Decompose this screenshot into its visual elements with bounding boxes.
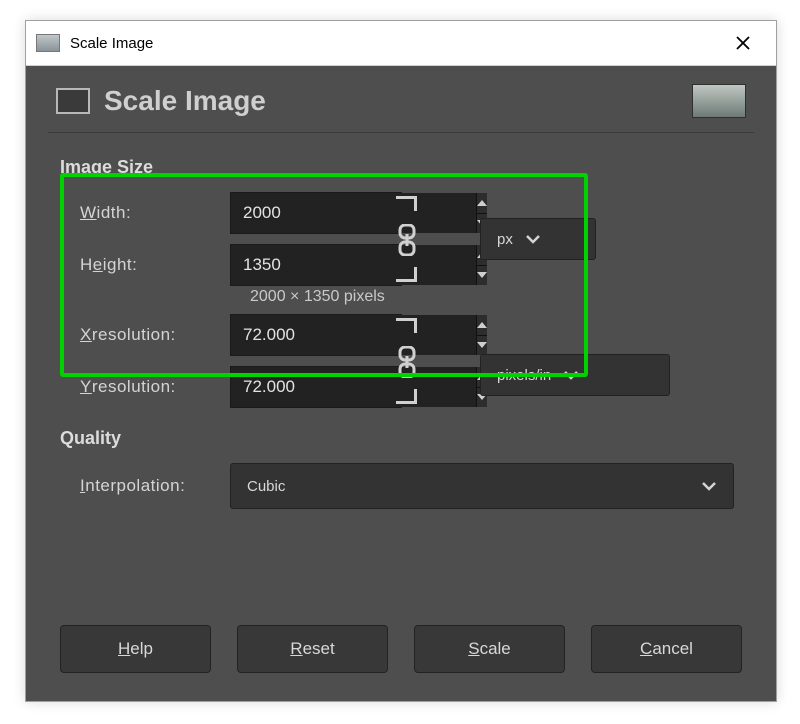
size-unit-select[interactable]: px: [480, 218, 596, 260]
dialog-title: Scale Image: [104, 85, 266, 117]
y-resolution-input[interactable]: [231, 367, 476, 407]
width-step-up[interactable]: [477, 193, 487, 214]
reset-button[interactable]: Reset: [237, 625, 388, 673]
image-thumbnail: [692, 84, 746, 118]
chevron-down-icon: [525, 231, 541, 248]
width-label: Width:: [60, 203, 230, 223]
x-resolution-spinner[interactable]: [230, 314, 402, 356]
resolution-unit-select[interactable]: pixels/in: [480, 354, 670, 396]
y-resolution-label: Y resolution:: [60, 377, 230, 397]
chain-icon: [396, 224, 418, 256]
width-spinner[interactable]: [230, 192, 402, 234]
scale-image-dialog: Scale Image Scale Image Image Size Width…: [25, 20, 777, 702]
y-resolution-spinner[interactable]: [230, 366, 402, 408]
height-spinner[interactable]: [230, 244, 402, 286]
aspect-lock[interactable]: [390, 196, 424, 282]
close-icon: [736, 36, 750, 50]
xres-step-up[interactable]: [477, 315, 487, 336]
image-size-heading: Image Size: [60, 157, 748, 178]
scale-button[interactable]: Scale: [414, 625, 565, 673]
height-label: Height:: [60, 255, 230, 275]
interpolation-select[interactable]: Cubic: [230, 463, 734, 509]
dialog-header: Scale Image: [26, 66, 776, 132]
width-input[interactable]: [231, 193, 476, 233]
scale-icon: [56, 88, 90, 114]
titlebar: Scale Image: [26, 21, 776, 66]
interpolation-label: Interpolation:: [60, 476, 230, 496]
x-resolution-input[interactable]: [231, 315, 476, 355]
app-icon: [36, 34, 60, 52]
cancel-button[interactable]: Cancel: [591, 625, 742, 673]
chain-icon: [396, 346, 418, 378]
chevron-down-icon: [701, 478, 717, 495]
height-step-down[interactable]: [477, 266, 487, 286]
resolution-lock[interactable]: [390, 318, 424, 404]
size-unit-value: px: [497, 231, 513, 248]
quality-heading: Quality: [60, 428, 748, 449]
x-resolution-label: X resolution:: [60, 325, 230, 345]
chevron-down-icon: [563, 367, 579, 384]
window-title: Scale Image: [70, 35, 153, 52]
help-button[interactable]: Help: [60, 625, 211, 673]
interpolation-value: Cubic: [247, 478, 285, 495]
xres-step-down[interactable]: [477, 336, 487, 356]
close-button[interactable]: [720, 21, 766, 65]
resolution-unit-value: pixels/in: [497, 367, 551, 384]
height-input[interactable]: [231, 245, 476, 285]
